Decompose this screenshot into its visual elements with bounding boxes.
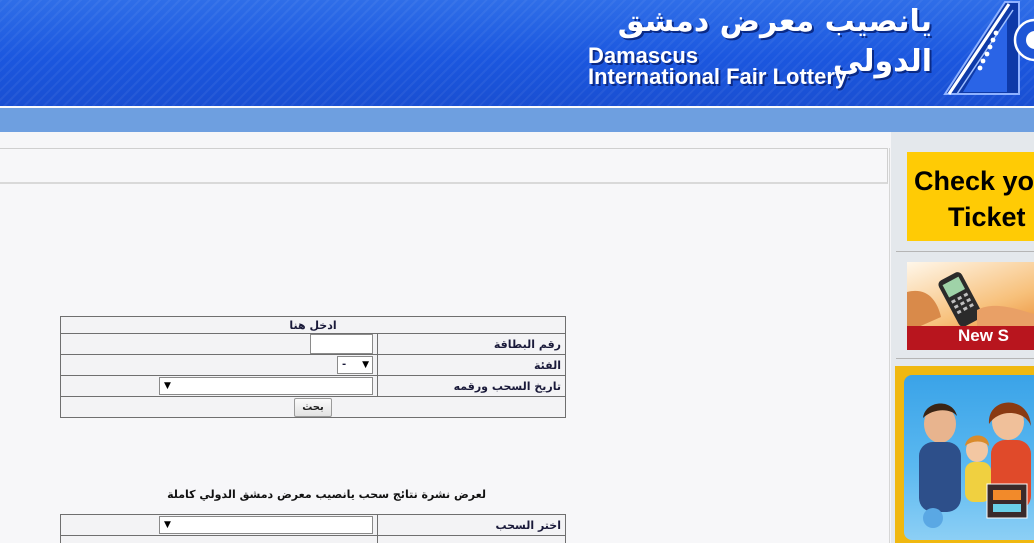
form-heading: ادخل هنا [60,316,566,334]
card-number-label: رقم البطاقة [377,333,566,355]
draw-date-label: تاريخ السحب ورقمه [377,375,566,397]
choose-draw-label: اختر السحب [377,514,566,536]
main-content: ادخل هنا رقم البطاقة الفئة - ▼ تاريخ الس… [0,148,890,543]
chevron-down-icon: ▼ [362,360,369,370]
choose-draw-select[interactable]: ▼ [159,516,373,534]
category-selected-value: - [342,359,347,370]
nav-bar [0,108,1034,132]
category-select[interactable]: - ▼ [337,356,373,374]
mobile-service-ad[interactable]: New S [907,262,1034,350]
chevron-down-icon: ▼ [164,381,171,391]
mobile-phone-icon [907,272,1034,332]
button-row: بحث [60,396,566,418]
category-cell: - ▼ [60,354,378,376]
fair-logo-icon[interactable] [935,0,1034,96]
card-number-cell [60,333,378,355]
chevron-down-icon: ▼ [164,520,171,530]
content-title-bar [0,148,888,184]
ad-new-text: New S [958,326,1010,345]
bulletin-row-2-cell [60,535,378,543]
check-ticket-banner[interactable]: Check yo Ticket [907,152,1034,241]
results-bulletin-note: لعرض نشرة نتائج سحب يانصيب معرض دمشق الد… [167,488,486,501]
check-ticket-line1: Check yo [914,166,1034,196]
bulletin-form: اختر السحب ▼ [60,514,566,543]
card-number-input[interactable] [310,334,373,354]
ticket-search-form: ادخل هنا رقم البطاقة الفئة - ▼ تاريخ الس… [60,316,566,418]
check-ticket-line2: Ticket [948,202,1026,232]
bulletin-row-2-label [377,535,566,543]
category-label: الفئة [377,354,566,376]
choose-draw-cell: ▼ [60,514,378,536]
sidebar-divider [896,251,1034,252]
header-banner: يانصيب معرض دمشق الدولي Damascus Interna… [0,0,1034,106]
search-button[interactable]: بحث [294,397,332,417]
draw-date-cell: ▼ [60,375,378,397]
family-photo-icon [919,402,1031,528]
family-promo-ad[interactable] [895,366,1034,543]
sidebar-divider [896,358,1034,359]
draw-date-select[interactable]: ▼ [159,377,373,395]
header-title-line2: International Fair Lottery [588,64,848,89]
page: يانصيب معرض دمشق الدولي Damascus Interna… [0,0,1034,543]
